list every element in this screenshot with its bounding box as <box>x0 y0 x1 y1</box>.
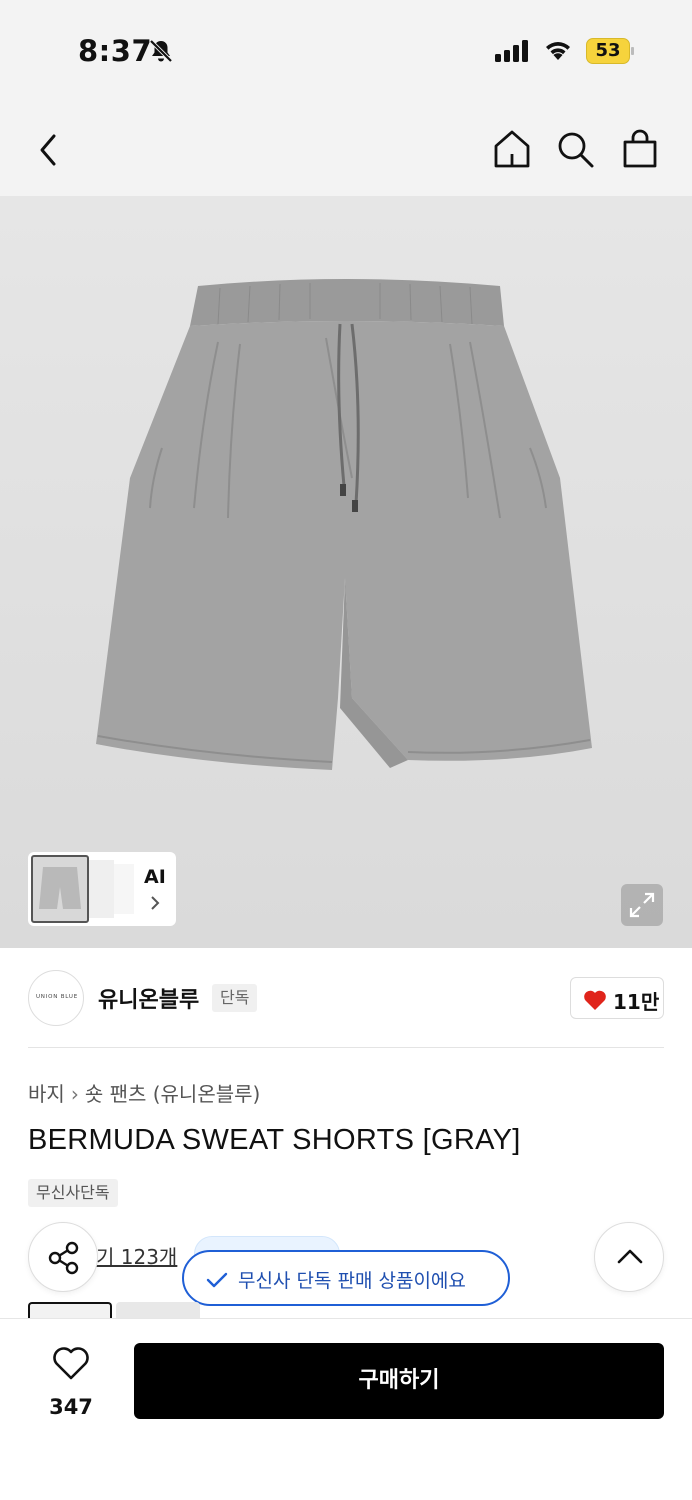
home-icon[interactable] <box>492 128 532 170</box>
brand-like-button[interactable]: 11만 <box>570 977 664 1019</box>
check-icon <box>206 1272 228 1288</box>
ai-label: AI <box>144 866 166 888</box>
battery-level: 53 <box>595 40 621 61</box>
shopping-bag-icon[interactable] <box>620 128 660 170</box>
breadcrumb-item[interactable]: 숏 팬츠 (유니온블루) <box>85 1082 261 1106</box>
heart-outline-icon <box>53 1347 89 1380</box>
scroll-top-button[interactable] <box>594 1222 664 1292</box>
thumbnail-image-selected[interactable] <box>31 855 89 923</box>
wifi-icon <box>546 42 570 60</box>
wishlist-button[interactable]: 347 <box>30 1343 112 1433</box>
brand-like-count: 11만 <box>613 990 660 1014</box>
bottom-purchase-bar: 347 구매하기 <box>0 1318 692 1500</box>
cellular-signal-icon <box>495 40 528 62</box>
review-link[interactable]: 기 123개 <box>96 1241 177 1270</box>
toast-text: 무신사 단독 판매 상품이에요 <box>238 1270 466 1292</box>
brand-logo-text: UNION BLUE <box>35 994 79 1000</box>
product-title: BERMUDA SWEAT SHORTS [GRAY] <box>28 1124 521 1156</box>
brand-logo[interactable]: UNION BLUE <box>28 970 84 1026</box>
breadcrumb: 바지 › 숏 팬츠 (유니온블루) <box>28 1078 260 1107</box>
expand-button[interactable] <box>621 884 663 926</box>
exclusive-toast: 무신사 단독 판매 상품이에요 <box>182 1250 510 1306</box>
share-icon <box>48 1241 79 1275</box>
chevron-up-icon <box>617 1249 643 1264</box>
divider <box>28 1047 664 1048</box>
heart-filled-icon <box>584 990 606 1010</box>
battery-icon: 53 <box>586 38 634 64</box>
wishlist-count: 347 <box>49 1395 93 1419</box>
thumbnail-image[interactable] <box>88 860 114 918</box>
status-bar: 8:37 53 <box>0 0 692 100</box>
status-time: 8:37 <box>78 34 153 68</box>
chevron-right-icon <box>151 896 160 910</box>
chevron-left-icon[interactable] <box>34 132 64 168</box>
brand-row: UNION BLUE 유니온블루 단독 11만 <box>0 948 692 1048</box>
chevron-right-icon: › <box>70 1082 79 1106</box>
search-icon[interactable] <box>556 130 596 170</box>
ai-thumbnail-strip[interactable]: AI <box>28 852 176 926</box>
product-image <box>96 279 592 770</box>
share-button[interactable] <box>28 1222 98 1292</box>
nav-bar <box>0 100 692 196</box>
expand-icon <box>629 892 655 918</box>
product-gallery[interactable]: AI <box>0 196 692 948</box>
breadcrumb-item[interactable]: 바지 <box>28 1082 65 1106</box>
exclusive-tag: 무신사단독 <box>28 1179 118 1207</box>
brand-exclusive-badge: 단독 <box>212 984 258 1012</box>
bell-slash-icon <box>149 39 173 63</box>
buy-button[interactable]: 구매하기 <box>134 1343 664 1419</box>
brand-name[interactable]: 유니온블루 <box>98 982 199 1014</box>
